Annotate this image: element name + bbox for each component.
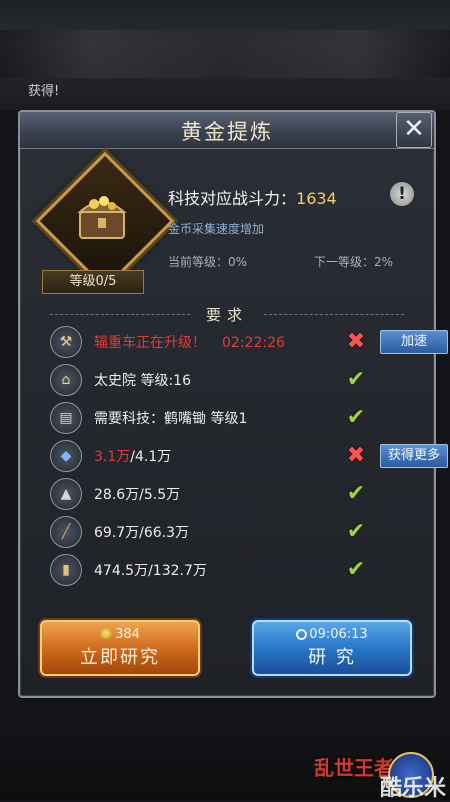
gold-coin-icon <box>100 627 113 639</box>
academy-icon: ⌂ <box>50 364 82 396</box>
requirement-row: ▤ 需要科技：鹤嘴锄 等级1 ✔ <box>50 402 430 434</box>
upgrade-timer: 02:22:26 <box>222 335 285 351</box>
exclamation-icon: ! <box>398 184 406 204</box>
cross-icon: ✖ <box>346 329 366 354</box>
clock-icon <box>296 629 308 640</box>
close-button[interactable]: ✕ <box>396 112 432 148</box>
obtained-label: 获得! <box>28 84 60 99</box>
grain-icon: ▮ <box>50 554 82 586</box>
background-bar <box>0 30 450 78</box>
requirement-row: ⚒ 辐重车正在升级！ 02:22:26 ✖ 加速 <box>50 326 448 358</box>
requirement-text: 474.5万/132.7万 <box>94 563 207 579</box>
close-icon: ✕ <box>403 114 425 144</box>
requirement-text: 69.7万/66.3万 <box>94 525 190 541</box>
dialog-title: 黄金提炼 <box>181 120 273 144</box>
resource-need: /4.1万 <box>130 449 172 465</box>
check-icon: ✔ <box>346 405 366 430</box>
tech-level-badge: 等级0/5 <box>42 270 144 294</box>
combat-power-label: 科技对应战斗力： <box>168 189 297 208</box>
check-icon: ✔ <box>346 481 366 506</box>
dialog-header: 黄金提炼 ✕ <box>20 112 434 149</box>
check-icon: ✔ <box>346 557 366 582</box>
get-more-button[interactable]: 获得更多 <box>380 444 448 468</box>
divider-right <box>264 314 404 316</box>
requirement-row: ╱ 69.7万/66.3万 ✔ <box>50 516 430 548</box>
cross-icon: ✖ <box>346 443 366 468</box>
scroll-icon: ▤ <box>50 402 82 434</box>
requirement-row: ▮ 474.5万/132.7万 ✔ <box>50 554 430 586</box>
requirement-row: ◆ 3.1万/4.1万 ✖ 获得更多 <box>50 440 448 472</box>
instant-research-button[interactable]: 384 立即研究 <box>40 620 200 676</box>
requirement-text: 28.6万/5.5万 <box>94 487 181 503</box>
crystal-icon: ◆ <box>50 440 82 472</box>
research-button[interactable]: 09:06:13 研 究 <box>252 620 412 676</box>
background-scene <box>0 0 450 110</box>
wood-icon: ╱ <box>50 516 82 548</box>
combat-power-value: 1634 <box>296 189 337 208</box>
watermark: 酷乐米 <box>380 776 447 801</box>
requirement-row: ⌂ 太史院 等级:16 ✔ <box>50 364 430 396</box>
ram-icon: ⚒ <box>50 326 82 358</box>
instant-research-label: 立即研究 <box>80 647 160 668</box>
resource-have: 3.1万 <box>94 449 131 465</box>
ore-icon: ▲ <box>50 478 82 510</box>
requirement-text: 需要科技：鹤嘴锄 等级1 <box>94 411 248 427</box>
research-dialog: 黄金提炼 ✕ 等级0/5 科技对应战斗力：1634 ! 金币采集速度增加 当前等… <box>18 110 448 698</box>
tech-description: 金币采集速度增加 <box>168 222 265 236</box>
research-label: 研 究 <box>308 647 356 668</box>
research-time: 09:06:13 <box>309 627 368 642</box>
requirement-text: 辐重车正在升级！ <box>94 335 206 351</box>
requirement-text: 太史院 等级:16 <box>94 373 191 389</box>
current-level: 当前等级：0% <box>168 255 248 269</box>
requirement-row: ▲ 28.6万/5.5万 ✔ <box>50 478 430 510</box>
instant-cost: 384 <box>115 627 140 642</box>
next-level: 下一等级：2% <box>314 255 394 269</box>
check-icon: ✔ <box>346 367 366 392</box>
check-icon: ✔ <box>346 519 366 544</box>
treasure-chest-icon <box>77 196 127 239</box>
speedup-button[interactable]: 加速 <box>380 330 448 354</box>
combat-power: 科技对应战斗力：1634 <box>168 185 337 209</box>
info-button[interactable]: ! <box>390 182 414 206</box>
